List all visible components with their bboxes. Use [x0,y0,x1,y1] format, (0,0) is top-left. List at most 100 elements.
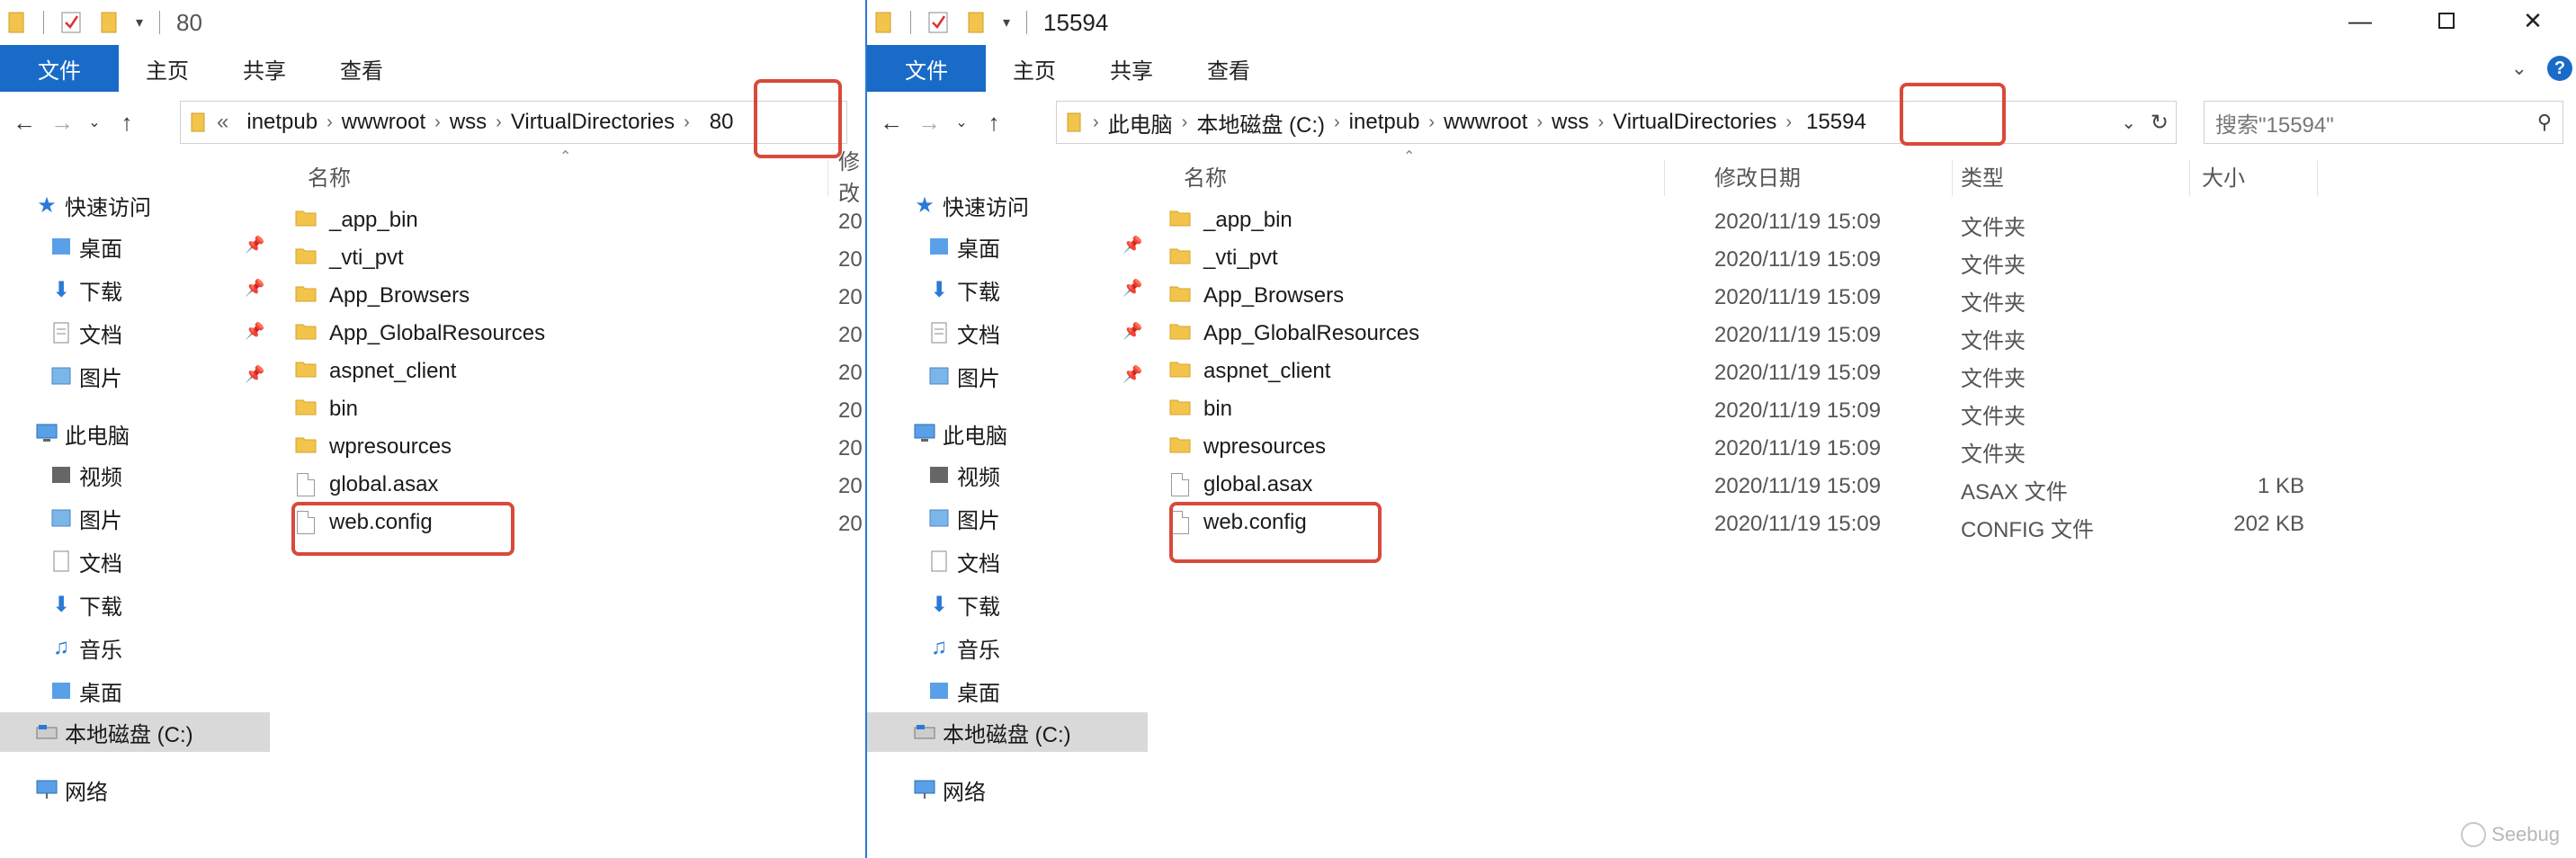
tab-view[interactable]: 查看 [1180,45,1277,92]
breadcrumb-local-disk[interactable]: 本地磁盘 (C:) [1196,107,1325,139]
file-row[interactable]: _app_bin [295,201,418,239]
search-icon[interactable]: ⚲ [2537,111,2552,134]
nav-item-pictures-pc[interactable]: 图片 [49,498,122,538]
tab-home[interactable]: 主页 [119,45,216,92]
file-row[interactable]: wpresources [295,428,452,466]
tab-file[interactable]: 文件 [0,45,119,92]
file-row[interactable]: aspnet_client [295,353,456,390]
refresh-icon[interactable]: ↻ [2151,110,2169,136]
back-arrow-icon[interactable]: ← [872,109,910,137]
breadcrumb-virtualdirectories[interactable]: VirtualDirectories [511,110,675,135]
breadcrumb-80[interactable]: 80 [710,110,734,135]
file-row[interactable]: App_Browsers [295,277,470,315]
chevron-right-icon[interactable]: › [1182,112,1188,133]
file-row[interactable]: aspnet_client [1169,353,1330,390]
column-header-name[interactable]: 名称 [308,153,351,198]
close-icon[interactable]: ✕ [2490,0,2576,41]
file-row[interactable]: _vti_pvt [295,239,404,277]
nav-item-music[interactable]: ♫ 音乐 [49,628,122,667]
chevron-right-icon[interactable]: › [1597,112,1604,133]
file-row[interactable]: wpresources [1169,428,1326,466]
expand-ribbon-chevron-icon[interactable]: ⌄ [2511,57,2527,80]
nav-item-pictures[interactable]: 图片 [926,356,1000,396]
breadcrumb-overflow[interactable]: « [217,110,228,135]
breadcrumb-wss[interactable]: wss [450,110,487,135]
nav-this-pc[interactable]: 此电脑 [34,414,130,453]
column-header-type[interactable]: 类型 [1961,153,2004,198]
tab-share[interactable]: 共享 [216,45,313,92]
breadcrumb-wss[interactable]: wss [1552,110,1588,135]
nav-item-downloads-pc[interactable]: ⬇ 下载 [49,585,122,624]
file-row[interactable]: App_Browsers [1169,277,1344,315]
breadcrumb-wwwroot[interactable]: wwwroot [1444,110,1527,135]
chevron-right-icon[interactable]: › [496,112,502,133]
file-row[interactable]: global.asax [1169,466,1312,504]
address-bar[interactable]: « inetpub › wwwroot › wss › VirtualDirector… [180,101,847,144]
pin-icon[interactable]: 📌 [1123,365,1142,384]
chevron-right-icon[interactable]: › [1428,112,1435,133]
pin-icon[interactable]: 📌 [245,236,264,255]
pin-icon[interactable]: 📌 [245,322,264,341]
up-arrow-icon[interactable]: ↑ [975,109,1013,137]
properties-check-icon[interactable] [60,9,84,36]
column-header-date[interactable]: 修改 [838,150,865,206]
tab-file[interactable]: 文件 [867,45,986,92]
breadcrumb-15594[interactable]: 15594 [1806,110,1866,135]
quick-access-dropdown-icon[interactable]: ▾ [1003,9,1010,36]
tab-view[interactable]: 查看 [313,45,410,92]
back-arrow-icon[interactable]: ← [5,109,43,137]
file-row[interactable]: _vti_pvt [1169,239,1278,277]
nav-quick-access[interactable]: ★ 快速访问 [912,185,1029,225]
breadcrumb-inetpub[interactable]: inetpub [246,110,318,135]
nav-network[interactable]: 网络 [912,770,986,809]
forward-arrow-icon[interactable]: → [43,109,81,137]
new-folder-icon[interactable] [967,9,987,36]
nav-item-downloads-pc[interactable]: ⬇ 下载 [926,585,1000,624]
column-header-date[interactable]: 修改日期 [1714,153,1801,198]
file-row[interactable]: _app_bin [1169,201,1292,239]
file-row[interactable]: App_GlobalResources [295,315,545,353]
nav-item-local-disk-c[interactable]: 本地磁盘 (C:) [0,712,270,752]
file-row[interactable]: global.asax [295,466,438,504]
breadcrumb-inetpub[interactable]: inetpub [1349,110,1420,135]
pin-icon[interactable]: 📌 [245,279,264,298]
chevron-right-icon[interactable]: › [1093,112,1099,133]
recent-locations-chevron-icon[interactable]: ⌄ [81,113,108,131]
nav-item-pictures[interactable]: 图片 [49,356,122,396]
nav-this-pc[interactable]: 此电脑 [912,414,1007,453]
breadcrumb-wwwroot[interactable]: wwwroot [342,110,425,135]
breadcrumb-virtualdirectories[interactable]: VirtualDirectories [1613,110,1776,135]
recent-locations-chevron-icon[interactable]: ⌄ [948,113,975,131]
nav-item-desktop-pc[interactable]: 桌面 [49,671,122,711]
tab-home[interactable]: 主页 [986,45,1083,92]
nav-quick-access[interactable]: ★ 快速访问 [34,185,151,225]
nav-item-documents-pc[interactable]: 文档 [926,541,1000,581]
minimize-icon[interactable]: — [2317,0,2403,41]
nav-item-desktop[interactable]: 桌面 [49,227,122,266]
chevron-right-icon[interactable]: › [1536,112,1543,133]
nav-item-documents[interactable]: 文档 [49,313,122,353]
nav-item-videos[interactable]: 视频 [926,455,1000,495]
help-icon[interactable]: ? [2547,56,2572,81]
pin-icon[interactable]: 📌 [1123,236,1142,255]
file-row[interactable]: bin [1169,390,1232,428]
properties-check-icon[interactable] [927,9,951,36]
pin-icon[interactable]: 📌 [1123,279,1142,298]
column-header-size[interactable]: 大小 [2202,153,2245,198]
breadcrumb-this-pc[interactable]: 此电脑 [1108,107,1173,139]
maximize-icon[interactable] [2403,0,2490,41]
nav-item-desktop[interactable]: 桌面 [926,227,1000,266]
pin-icon[interactable]: 📌 [245,365,264,384]
nav-item-desktop-pc[interactable]: 桌面 [926,671,1000,711]
nav-network[interactable]: 网络 [34,770,108,809]
chevron-right-icon[interactable]: › [326,112,333,133]
address-dropdown-chevron-icon[interactable]: ⌄ [2121,112,2136,134]
chevron-right-icon[interactable]: › [434,112,441,133]
chevron-right-icon[interactable]: › [1785,112,1792,133]
search-box[interactable]: 搜索"15594" ⚲ [2204,101,2563,144]
new-folder-icon[interactable] [100,9,120,36]
chevron-right-icon[interactable]: › [684,112,690,133]
quick-access-dropdown-icon[interactable]: ▾ [136,9,143,36]
nav-item-music[interactable]: ♫ 音乐 [926,628,1000,667]
up-arrow-icon[interactable]: ↑ [108,109,146,137]
